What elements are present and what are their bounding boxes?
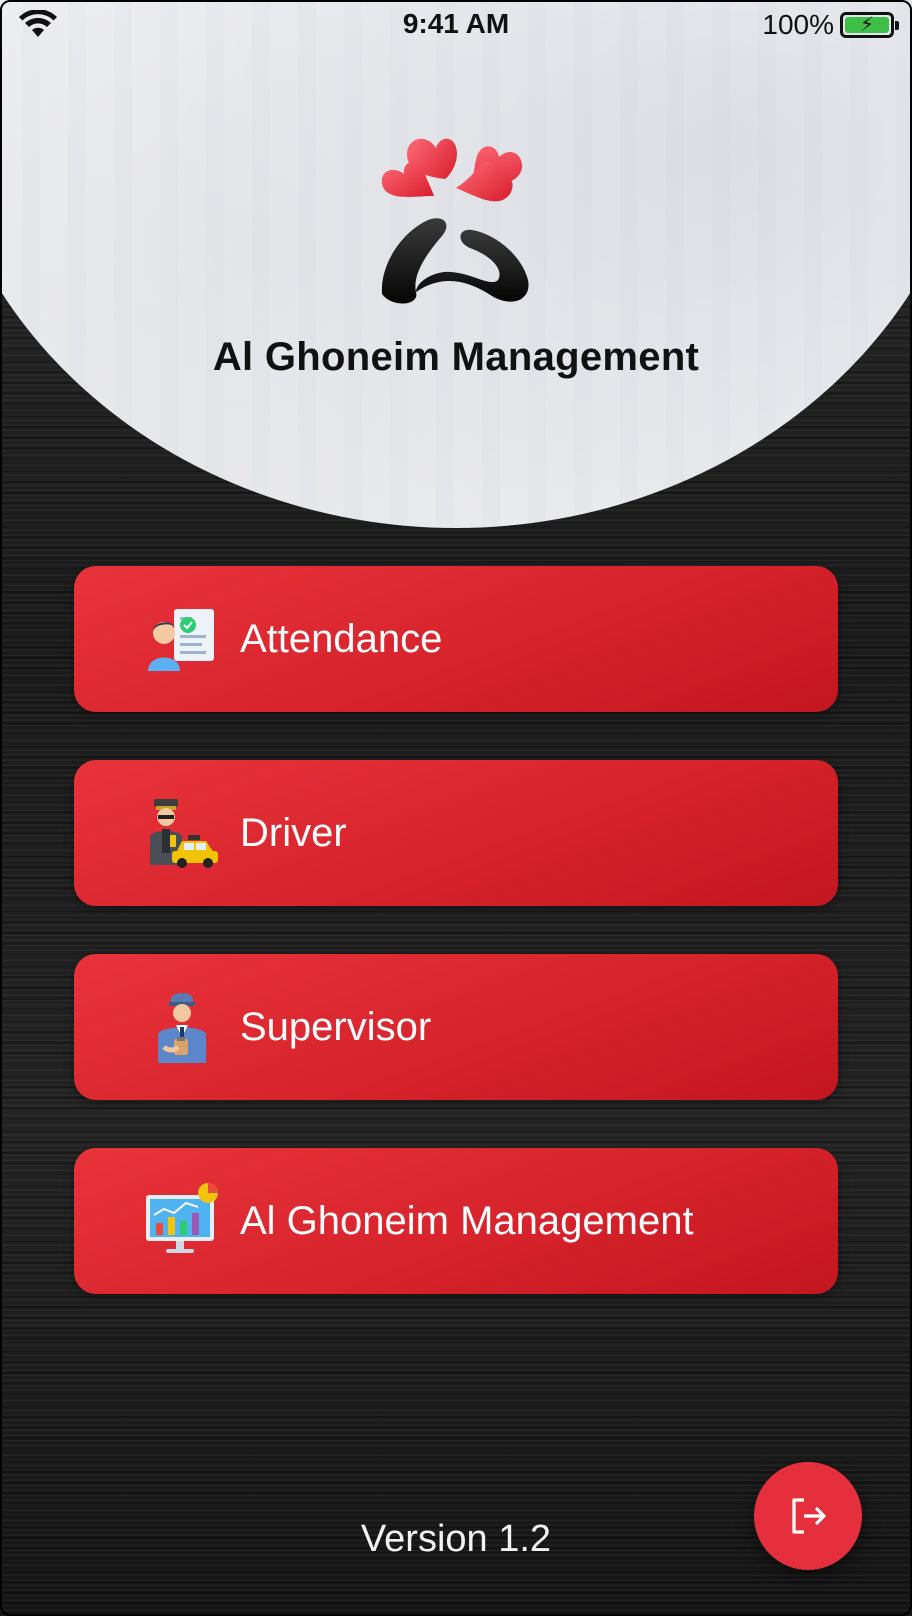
attendance-label: Attendance [240,616,443,661]
battery-fill: ⚡ [845,14,889,36]
status-bar: 9:41 AM 100% ⚡ [0,0,912,50]
supervisor-icon [158,993,206,1063]
status-time: 9:41 AM [402,8,510,39]
attendance-button[interactable]: Attendance [74,566,838,712]
driver-taxi-icon [150,799,218,868]
app-screen: 9:41 AM 100% ⚡ Al Ghoneim Management Att… [0,0,912,1616]
driver-label: Driver [240,810,347,855]
main-menu: Attendance Driver Supervisor Al Ghoneim … [74,566,838,1342]
analytics-monitor-icon [146,1183,218,1253]
bolt-icon: ⚡ [859,14,875,36]
logout-icon [792,1498,826,1534]
supervisor-button[interactable]: Supervisor [74,954,838,1100]
battery-charging-icon: ⚡ [840,12,899,38]
app-title: Al Ghoneim Management [212,335,700,379]
driver-button[interactable]: Driver [74,760,838,906]
management-button[interactable]: Al Ghoneim Management [74,1148,838,1294]
logout-button[interactable] [754,1462,862,1570]
clover-logo-icon [381,138,529,304]
management-label: Al Ghoneim Management [240,1198,694,1243]
supervisor-label: Supervisor [240,1004,432,1049]
attendance-icon [148,609,214,671]
